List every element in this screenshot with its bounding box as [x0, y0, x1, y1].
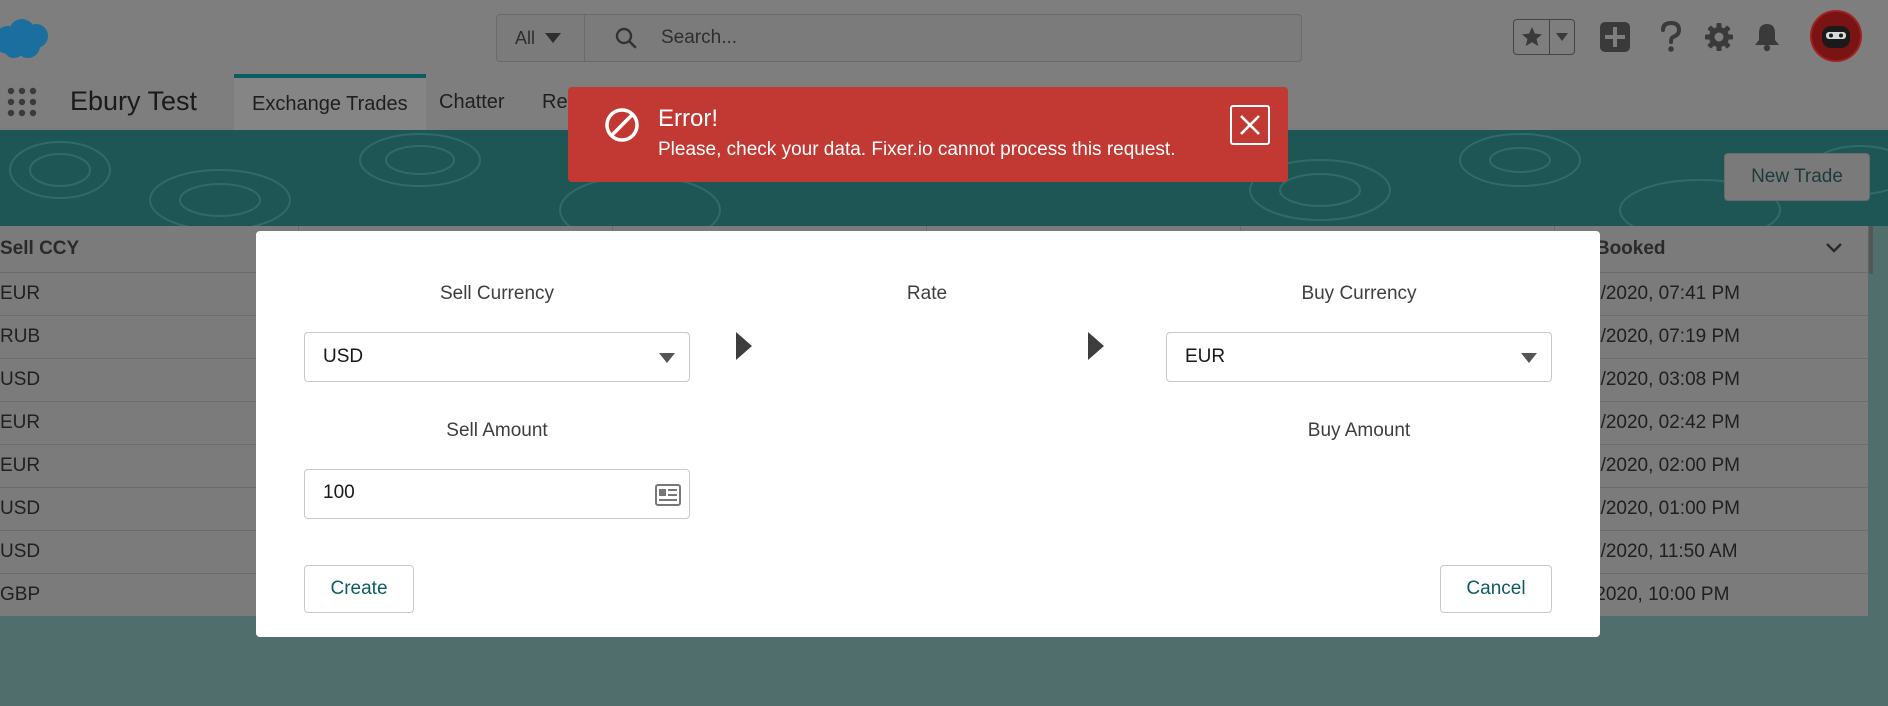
- arrow-right-icon: [1088, 332, 1104, 360]
- bell-icon: [1755, 24, 1779, 52]
- buy-currency-select[interactable]: EUR: [1166, 332, 1552, 382]
- sell-currency-value: USD: [323, 346, 364, 367]
- calculator-icon: [655, 484, 681, 506]
- cell-date-booked: /2020, 10:00 PM: [1590, 584, 1730, 605]
- sell-amount-label: Sell Amount: [446, 420, 548, 441]
- sell-currency-select[interactable]: USD: [304, 332, 690, 382]
- arrow-right-icon: [736, 332, 752, 360]
- tab-chatter[interactable]: Chatter: [439, 74, 505, 130]
- cell-sell-ccy: GBP: [0, 584, 41, 605]
- cell-date-booked: 2/2020, 07:19 PM: [1590, 326, 1740, 347]
- cell-date-booked: 2/2020, 11:50 AM: [1590, 541, 1738, 562]
- buy-amount-label: Buy Amount: [1307, 420, 1411, 441]
- new-trade-modal: Sell Currency Rate Buy Currency USD EUR …: [256, 231, 1600, 637]
- buy-currency-value: EUR: [1185, 346, 1226, 367]
- cell-date-booked: 2/2020, 03:08 PM: [1590, 369, 1740, 390]
- sell-currency-label: Sell Currency: [439, 283, 555, 304]
- error-toast: Error! Please, check your data. Fixer.io…: [568, 87, 1288, 182]
- plus-icon: [1600, 22, 1630, 52]
- cell-sell-ccy: RUB: [0, 326, 41, 347]
- cell-sell-ccy: USD: [0, 369, 41, 390]
- avatar[interactable]: [1810, 10, 1862, 62]
- chevron-down-icon[interactable]: [1826, 242, 1842, 254]
- question-icon: [1661, 20, 1682, 52]
- chevron-down-icon: [659, 353, 675, 363]
- search-input[interactable]: [661, 19, 1261, 57]
- app-name: Ebury Test: [70, 86, 198, 116]
- tab-label: Exchange Trades: [252, 92, 408, 115]
- rate-label: Rate: [906, 283, 948, 304]
- cell-sell-ccy: EUR: [0, 412, 41, 433]
- toast-message: Please, check your data. Fixer.io cannot…: [658, 139, 1176, 160]
- star-icon: [1521, 27, 1542, 46]
- global-header: All: [0, 0, 1888, 74]
- tab-label: Chatter: [439, 90, 505, 113]
- cell-sell-ccy: USD: [0, 498, 41, 519]
- chevron-down-icon: [545, 33, 562, 43]
- toast-close-button[interactable]: [1230, 105, 1270, 145]
- search-icon: [615, 27, 637, 49]
- buy-currency-label: Buy Currency: [1301, 283, 1417, 304]
- sell-amount-field: [304, 469, 690, 519]
- global-actions-button[interactable]: [1598, 20, 1632, 54]
- tab-exchange-trades[interactable]: Exchange Trades: [234, 74, 426, 130]
- favorites-button-group: [1513, 19, 1575, 55]
- gear-icon: [1705, 23, 1733, 51]
- user-avatar-icon: [1812, 12, 1860, 60]
- chevron-down-icon: [1521, 353, 1537, 363]
- sell-amount-input[interactable]: [323, 482, 623, 504]
- tab-reports[interactable]: Re: [542, 74, 568, 130]
- chevron-down-icon: [1556, 33, 1568, 41]
- cancel-button[interactable]: Cancel: [1440, 565, 1552, 613]
- create-button[interactable]: Create: [304, 565, 414, 613]
- ban-icon: [605, 108, 639, 142]
- app-launcher-icon[interactable]: [6, 86, 38, 118]
- favorites-list-button[interactable]: [1550, 20, 1574, 54]
- search-scope-dropdown[interactable]: All: [497, 15, 585, 61]
- table-scrollbar[interactable]: [1869, 226, 1873, 274]
- search-scope-label: All: [515, 27, 536, 48]
- cell-sell-ccy: USD: [0, 541, 41, 562]
- cell-sell-ccy: EUR: [0, 283, 41, 304]
- cell-date-booked: 2/2020, 02:42 PM: [1590, 412, 1740, 433]
- global-search: All: [496, 14, 1302, 62]
- cell-date-booked: 2/2020, 02:00 PM: [1590, 455, 1740, 476]
- toast-title: Error!: [658, 105, 718, 132]
- help-button[interactable]: [1654, 20, 1688, 54]
- setup-button[interactable]: [1702, 20, 1736, 54]
- cell-date-booked: 2/2020, 07:41 PM: [1590, 283, 1740, 304]
- new-trade-button[interactable]: New Trade: [1724, 153, 1870, 201]
- cell-date-booked: 2/2020, 01:00 PM: [1590, 498, 1740, 519]
- salesforce-logo[interactable]: [0, 16, 56, 60]
- column-header-sell-ccy[interactable]: Sell CCY: [0, 226, 79, 272]
- close-icon: [1240, 115, 1260, 135]
- notifications-button[interactable]: [1750, 20, 1784, 54]
- favorites-button[interactable]: [1514, 20, 1550, 54]
- tab-label: Re: [542, 90, 568, 113]
- cell-sell-ccy: EUR: [0, 455, 41, 476]
